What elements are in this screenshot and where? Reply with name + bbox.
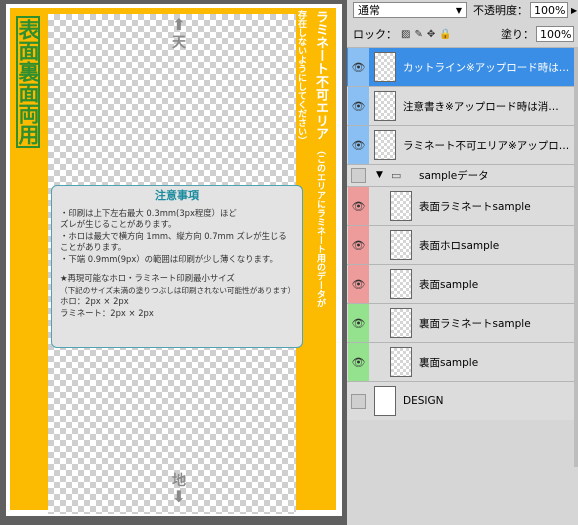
notes-line: ・下端 0.9mm(9px）の範囲は印刷が少し薄くなります。: [60, 253, 278, 264]
opacity-arrow-icon[interactable]: ▶: [571, 6, 577, 15]
top-direction-marker: ⬆ 天: [164, 15, 194, 52]
visibility-toggle[interactable]: 👁: [348, 265, 369, 303]
layer-row[interactable]: 👁 ラミネート不可エリア※アップロ…: [347, 125, 578, 164]
layer-row[interactable]: 👁 カットライン※アップロード時は…: [347, 47, 578, 86]
laminate-title: ラミネート不可エリア: [313, 10, 328, 140]
layer-thumbnail: [390, 191, 412, 221]
layer-row[interactable]: 👁 注意書き※アップロード時は消…: [347, 86, 578, 125]
layer-thumbnail: [390, 269, 412, 299]
chevron-down-icon: ▼: [455, 5, 462, 15]
layer-thumbnail: [390, 347, 412, 377]
expand-arrow-icon[interactable]: ▼: [376, 170, 383, 180]
eye-icon: 👁: [351, 238, 366, 252]
visibility-toggle[interactable]: 👁: [348, 226, 369, 264]
eye-icon: 👁: [351, 316, 366, 330]
lock-label: ロック：: [353, 28, 397, 41]
lock-paint-icon[interactable]: ✎: [414, 29, 422, 40]
notes-line: ★再現可能なホロ・ラミネート印刷最小サイズ: [60, 273, 235, 283]
layer-row[interactable]: DESIGN: [347, 381, 578, 420]
layer-row[interactable]: 👁 裏面sample: [347, 342, 578, 381]
notes-line: ホロ：2px × 2px: [60, 296, 129, 306]
visibility-toggle[interactable]: 👁: [348, 126, 369, 164]
layer-thumbnail: [374, 386, 396, 416]
visibility-toggle[interactable]: 👁: [348, 187, 369, 225]
lock-position-icon[interactable]: ✥: [427, 29, 435, 40]
visibility-toggle[interactable]: 👁: [348, 48, 369, 86]
visibility-off-icon: [351, 168, 366, 183]
visibility-off-icon: [351, 393, 366, 409]
layer-row[interactable]: 👁 表面ラミネートsample: [347, 186, 578, 225]
notes-line: ズレが生じることがあります。: [60, 219, 177, 229]
document-canvas[interactable]: 表面裏面両用 ラミネート不可エリア （このエリアにラミネート用のデータが存在しな…: [6, 4, 342, 516]
layer-list: 👁 カットライン※アップロード時は… 👁 注意書き※アップロード時は消… 👁 ラミネート不…: [347, 47, 578, 525]
blend-mode-select[interactable]: 通常 ▼: [353, 2, 467, 18]
lock-all-icon[interactable]: 🔒: [439, 29, 451, 40]
layers-panel: 通常 ▼ 不透明度： 100% ▶ ロック： ▨ ✎ ✥ 🔒 塗り： 100% …: [347, 0, 578, 525]
lock-transparency-icon[interactable]: ▨: [401, 29, 410, 40]
canvas-area[interactable]: 表面裏面両用 ラミネート不可エリア （このエリアにラミネート用のデータが存在しな…: [0, 0, 347, 525]
visibility-toggle[interactable]: 👁: [348, 304, 369, 342]
eye-icon: 👁: [351, 277, 366, 291]
layer-row[interactable]: 👁 裏面ラミネートsample: [347, 303, 578, 342]
layer-thumbnail: [390, 230, 412, 260]
laminate-restriction-label: ラミネート不可エリア （このエリアにラミネート用のデータが存在しないようにしてく…: [296, 10, 330, 310]
notes-line: ・ホロは最大で横方向 1mm、縦方向 0.7mm ズレが生じる: [60, 230, 287, 241]
eye-icon: 👁: [351, 138, 366, 152]
scrollbar[interactable]: [574, 47, 578, 467]
layer-name: カットライン※アップロード時は…: [403, 61, 570, 74]
fill-input[interactable]: 100%: [536, 26, 574, 42]
fill-value: 100%: [540, 27, 572, 41]
notes-line: ことがあります。: [60, 242, 127, 252]
notes-box: 注意事項 ・印刷は上下左右最大 0.3mm(3px程度）ほど ズレが生じることが…: [51, 185, 303, 348]
eye-icon: 👁: [351, 199, 366, 213]
opacity-label: 不透明度：: [473, 4, 528, 17]
visibility-toggle[interactable]: 👁: [348, 87, 369, 125]
layer-name: 注意書き※アップロード時は消…: [403, 100, 559, 113]
visibility-toggle[interactable]: [348, 382, 369, 420]
folder-icon: ▭: [391, 169, 402, 182]
blend-opacity-row: 通常 ▼ 不透明度： 100% ▶: [347, 0, 578, 20]
layer-name: sampleデータ: [419, 170, 489, 182]
visibility-toggle[interactable]: 👁: [348, 343, 369, 381]
layer-name: 裏面sample: [419, 356, 479, 369]
layer-row[interactable]: 👁 表面ホロsample: [347, 225, 578, 264]
layer-thumbnail: [374, 52, 396, 82]
notes-title: 注意事項: [155, 189, 199, 202]
layer-thumbnail: [374, 130, 396, 160]
arrow-down-icon: ⬇: [172, 487, 186, 506]
arrow-up-icon: ⬆: [172, 15, 186, 34]
layer-thumbnail: [374, 91, 396, 121]
fill-label: 塗り：: [501, 28, 534, 41]
layer-group-row[interactable]: ▼ ▭ sampleデータ: [347, 164, 578, 186]
layer-name: 表面sample: [419, 278, 479, 291]
lock-row: ロック： ▨ ✎ ✥ 🔒 塗り： 100%: [347, 25, 578, 43]
layer-name: DESIGN: [403, 395, 444, 407]
opacity-value: 100%: [534, 3, 566, 17]
bottom-direction-marker: 地 ⬇: [164, 470, 194, 506]
layer-name: ラミネート不可エリア※アップロ…: [403, 139, 570, 152]
eye-icon: 👁: [351, 355, 366, 369]
blend-mode-value: 通常: [358, 4, 380, 17]
layer-row[interactable]: 👁 表面sample: [347, 264, 578, 303]
opacity-input[interactable]: 100%: [530, 2, 568, 18]
eye-icon: 👁: [351, 99, 366, 113]
visibility-toggle[interactable]: [348, 165, 369, 186]
side-label: 表面裏面両用: [16, 16, 40, 148]
layer-name: 裏面ラミネートsample: [419, 317, 531, 330]
layer-name: 表面ホロsample: [419, 239, 500, 252]
notes-line: ・印刷は上下左右最大 0.3mm(3px程度）ほど: [60, 207, 237, 218]
eye-icon: 👁: [351, 60, 366, 74]
layer-thumbnail: [390, 308, 412, 338]
top-label: 天: [172, 35, 186, 51]
layer-name: 表面ラミネートsample: [419, 200, 531, 213]
notes-line: （下記のサイズ未満の塗りつぶしは印刷されない可能性があります）: [60, 285, 296, 295]
notes-line: ラミネート：2px × 2px: [60, 307, 154, 318]
